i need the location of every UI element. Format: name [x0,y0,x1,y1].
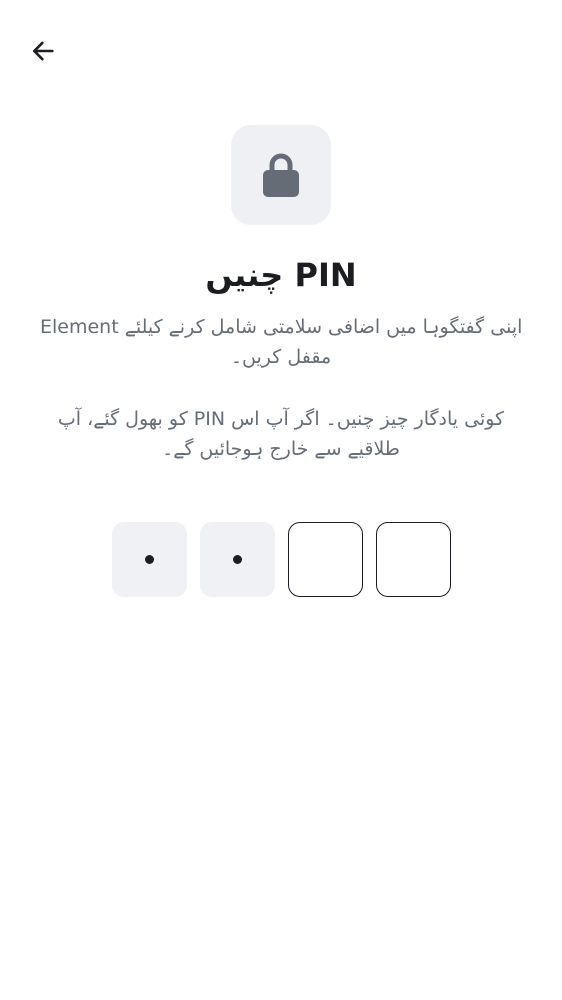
pin-digit-3[interactable] [288,522,363,597]
description-line: Element اپنی گفتگوہا میں اضافی سلامتی شا… [40,316,523,338]
back-button[interactable] [24,32,62,70]
pin-dot [233,555,242,564]
description-line: کو بھول گئے، آپ PIN کوئی یادگار چیز چنیں… [57,408,505,430]
lock-tile [231,125,331,225]
pin-digit-2[interactable] [200,522,275,597]
pin-digit-4[interactable] [376,522,451,597]
page-title: چنیں PIN [205,256,357,294]
description-primary: Element اپنی گفتگوہا میں اضافی سلامتی شا… [40,312,522,372]
description-line: مقفل کریں۔ [230,346,332,368]
lock-icon [263,153,299,197]
pin-digit-1[interactable] [112,522,187,597]
pin-input[interactable] [112,522,451,597]
arrow-left-icon [32,41,54,61]
description-line: طلاقیے سے خارج ہوجائیں گے۔ [162,438,400,460]
description-secondary: کو بھول گئے، آپ PIN کوئی یادگار چیز چنیں… [40,404,522,464]
pin-dot [145,555,154,564]
